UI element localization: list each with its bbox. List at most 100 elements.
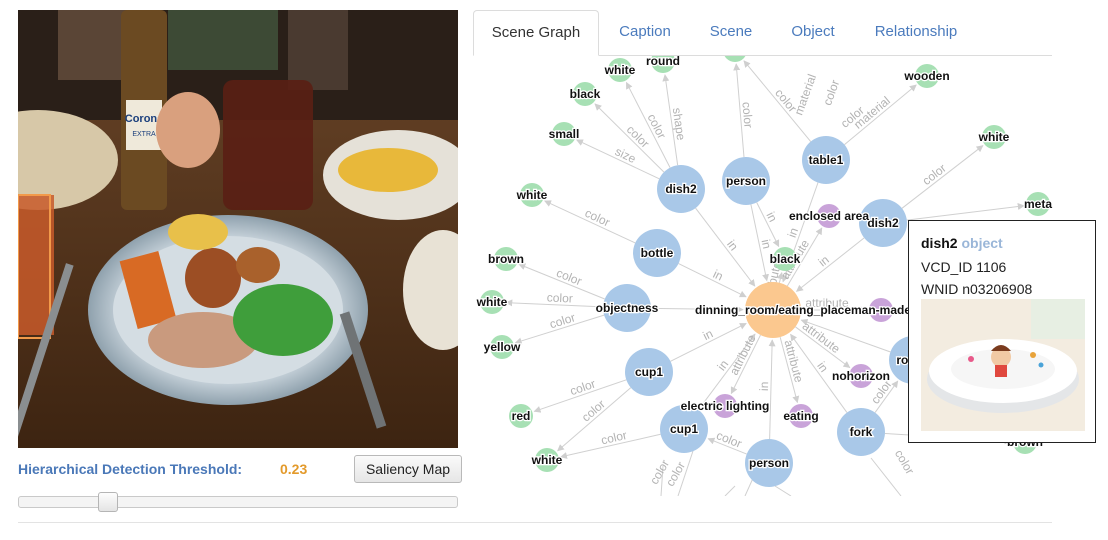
graph-node-black1[interactable]: black [568, 82, 602, 106]
graph-edge [870, 457, 902, 496]
tab-bar: Scene Graph Caption Scene Object Relatio… [473, 10, 1052, 56]
threshold-label: Hierarchical Detection Threshold: [18, 461, 243, 477]
graph-node-label: white [978, 130, 1010, 144]
graph-node-white1[interactable]: white [602, 58, 637, 82]
graph-edge-label: in [757, 381, 771, 391]
threshold-value: 0.23 [280, 461, 308, 477]
graph-node-label: table1 [809, 153, 844, 167]
graph-node-label: white [604, 63, 636, 77]
graph-node-white2[interactable]: white [514, 183, 549, 207]
graph-edge-label: attribute [781, 338, 806, 384]
graph-node-label: man-made [851, 303, 911, 317]
tab-scene-graph[interactable]: Scene Graph [473, 10, 599, 56]
graph-node-table1[interactable]: table1 [802, 136, 850, 184]
saliency-map-button[interactable]: Saliency Map [354, 455, 462, 483]
tab-scene[interactable]: Scene [695, 10, 767, 54]
graph-node-topg1[interactable] [723, 56, 747, 62]
graph-node-eating[interactable]: eating [782, 404, 820, 428]
graph-node-label: bottle [641, 246, 674, 260]
graph-node-meta[interactable]: meta [1023, 192, 1053, 216]
graph-node-label: cup1 [635, 365, 663, 379]
graph-edge-label: in [724, 237, 741, 253]
graph-node-label: white [516, 188, 548, 202]
node-tooltip: dish2 object VCD_ID 1106 WNID n03206908 [908, 220, 1096, 443]
graph-node-label: objectness [596, 301, 659, 315]
graph-edge [901, 145, 984, 209]
detection-image[interactable]: Corona EXTRA [18, 10, 458, 448]
graph-node-small[interactable]: small [547, 122, 581, 146]
graph-edge-label: attribute [800, 319, 843, 356]
graph-edge-label: color [892, 447, 917, 477]
graph-node-brown1[interactable]: brown [487, 247, 525, 271]
graph-node-person2[interactable]: person [745, 439, 793, 487]
graph-edge-label: color [547, 290, 574, 305]
tooltip-node-type: object [961, 235, 1003, 251]
tab-caption[interactable]: Caption [607, 10, 683, 54]
graph-node-label: nohorizon [832, 369, 890, 383]
graph-edge-label: color [583, 206, 612, 230]
graph-node-person1[interactable]: person [722, 157, 770, 205]
graph-node-label: white [476, 295, 508, 309]
graph-node-label: eating [783, 409, 818, 423]
graph-edge [774, 485, 792, 496]
graph-node-round[interactable]: round [645, 56, 681, 73]
graph-node-label: round [646, 56, 680, 68]
graph-edge-label: in [759, 238, 775, 250]
graph-node-cup1a[interactable]: cup1 [625, 348, 673, 396]
tab-relationship[interactable]: Relationship [863, 10, 969, 54]
graph-node-white4[interactable]: white [529, 448, 564, 472]
divider [18, 522, 1052, 523]
graph-edge-label: color [600, 428, 628, 447]
bottle-sub-label: EXTRA [132, 131, 156, 138]
graph-edge [724, 485, 736, 496]
graph-node-label: fork [850, 425, 873, 439]
graph-node-label: red [512, 409, 531, 423]
graph-node-label: person [726, 174, 766, 188]
graph-node-label: black [770, 252, 801, 266]
graph-node-dish2b[interactable]: dish2 [859, 199, 907, 247]
graph-node-label: dish2 [867, 216, 899, 230]
graph-edge [906, 202, 1025, 221]
graph-node-label: dinning_room/eating_place [695, 303, 851, 317]
graph-edge-label: shape [670, 107, 688, 142]
graph-node-wooden[interactable]: wooden [902, 64, 951, 88]
graph-edge-label: in [785, 226, 801, 239]
graph-edge-label: size [613, 144, 639, 166]
graph-edge-label: color [820, 78, 842, 107]
graph-node-manmade[interactable]: man-made [850, 298, 913, 322]
tooltip-wnid: WNID n03206908 [921, 281, 1033, 297]
graph-node-label: meta [1024, 197, 1052, 211]
tab-object[interactable]: Object [777, 10, 849, 54]
graph-node-dish2a[interactable]: dish2 [657, 165, 705, 213]
tooltip-title: dish2 object [921, 235, 1003, 251]
graph-node-bottle[interactable]: bottle [633, 229, 681, 277]
tooltip-vcd-id: VCD_ID 1106 [921, 259, 1007, 275]
graph-node-label: yellow [484, 340, 521, 354]
graph-edge-label: in [763, 210, 780, 225]
threshold-row: Hierarchical Detection Threshold: 0.23 S… [18, 455, 463, 485]
graph-node-circle[interactable] [723, 56, 747, 62]
graph-node-label: wooden [903, 69, 949, 83]
graph-node-fork[interactable]: fork [837, 408, 885, 456]
graph-node-label: electric lighting [681, 399, 770, 413]
graph-edge-label: color [739, 101, 755, 128]
graph-edge-label: material [791, 72, 819, 117]
graph-edge-label: in [701, 326, 716, 343]
graph-node-white3[interactable]: white [474, 290, 509, 314]
graph-edge-label: in [816, 253, 832, 270]
graph-node-objectness[interactable]: objectness [594, 284, 660, 332]
graph-node-red[interactable]: red [509, 404, 533, 428]
graph-node-label: white [531, 453, 563, 467]
graph-node-label: cup1 [670, 422, 698, 436]
graph-node-label: dish2 [665, 182, 697, 196]
graph-node-label: enclosed area [789, 209, 869, 223]
threshold-slider-track[interactable] [18, 496, 458, 508]
graph-node-enclosed[interactable]: enclosed area [788, 204, 871, 228]
graph-edge-label: in [814, 359, 831, 375]
graph-node-label: brown [488, 252, 524, 266]
graph-node-label: black [570, 87, 601, 101]
threshold-slider-handle[interactable] [97, 492, 118, 512]
graph-node-yellow[interactable]: yellow [482, 335, 522, 359]
tooltip-node-name: dish2 [921, 235, 958, 251]
graph-node-label: small [549, 127, 580, 141]
